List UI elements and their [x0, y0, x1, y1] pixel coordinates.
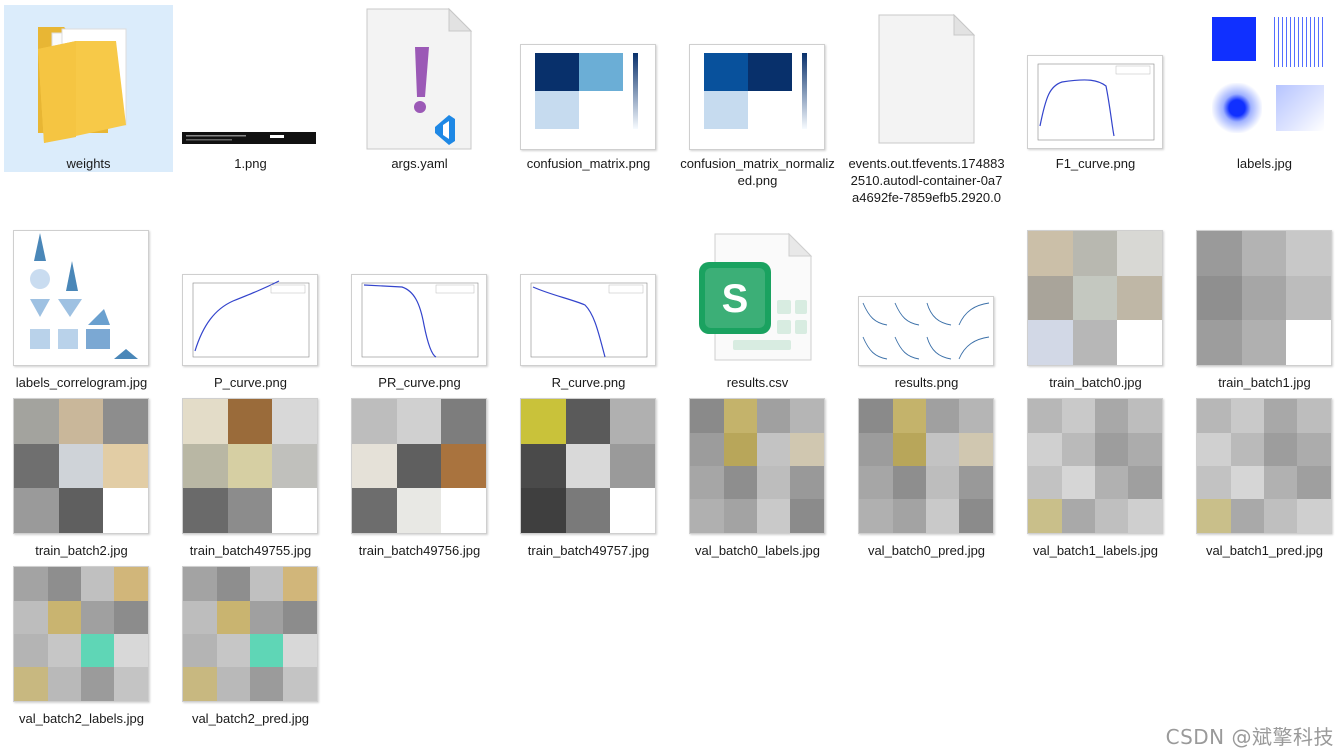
- file-item-train-batch49755[interactable]: train_batch49755.jpg: [166, 392, 335, 559]
- file-item-val-batch0-labels[interactable]: val_batch0_labels.jpg: [673, 392, 842, 559]
- file-name: train_batch2.jpg: [35, 543, 128, 558]
- folder-icon: [4, 5, 173, 153]
- file-name: confusion_matrix_normalized.png: [680, 156, 835, 188]
- curve-chart-thumbnail: [1011, 5, 1180, 153]
- file-item-train-batch0[interactable]: train_batch0.jpg: [1011, 224, 1180, 391]
- file-name: train_batch1.jpg: [1218, 375, 1311, 390]
- file-item-val-batch1-labels[interactable]: val_batch1_labels.jpg: [1011, 392, 1180, 559]
- file-name: val_batch2_labels.jpg: [18, 711, 145, 726]
- file-name: val_batch1_pred.jpg: [1205, 543, 1324, 558]
- file-name: results.csv: [726, 375, 789, 390]
- file-item-labels[interactable]: labels.jpg: [1180, 5, 1340, 172]
- file-item-labels-correlogram[interactable]: labels_correlogram.jpg: [0, 224, 166, 391]
- file-item-results-csv[interactable]: S results.csv: [673, 224, 842, 391]
- image-mosaic-thumbnail: [673, 392, 842, 540]
- file-name: results.png: [894, 375, 959, 390]
- file-grid: weights 1.png args.yaml confusion_matrix…: [0, 0, 1340, 756]
- file-name: train_batch49755.jpg: [189, 543, 312, 558]
- image-mosaic-thumbnail: [335, 392, 504, 540]
- curve-chart-thumbnail: [166, 224, 335, 372]
- svg-text:S: S: [722, 277, 749, 321]
- file-name: F1_curve.png: [1055, 156, 1136, 171]
- file-item-train-batch49756[interactable]: train_batch49756.jpg: [335, 392, 504, 559]
- image-mosaic-thumbnail: [1011, 224, 1180, 372]
- file-name: labels.jpg: [1237, 156, 1292, 171]
- results-grid-thumbnail: [842, 224, 1011, 372]
- curve-chart-thumbnail: [504, 224, 673, 372]
- file-item-weights[interactable]: weights: [4, 5, 173, 172]
- file-name: val_batch2_pred.jpg: [191, 711, 310, 726]
- yaml-file-icon: [335, 5, 504, 153]
- file-name: R_curve.png: [551, 375, 626, 390]
- file-name: labels_correlogram.jpg: [15, 375, 148, 390]
- file-name: 1.png: [234, 156, 267, 171]
- file-name: train_batch49756.jpg: [358, 543, 481, 558]
- image-mosaic-thumbnail: [504, 392, 673, 540]
- file-name: args.yaml: [391, 156, 448, 171]
- file-item-val-batch0-pred[interactable]: val_batch0_pred.jpg: [842, 392, 1011, 559]
- file-item-pr-curve[interactable]: PR_curve.png: [335, 224, 504, 391]
- file-item-val-batch1-pred[interactable]: val_batch1_pred.jpg: [1180, 392, 1340, 559]
- file-item-r-curve[interactable]: R_curve.png: [504, 224, 673, 391]
- file-item-f1-curve[interactable]: F1_curve.png: [1011, 5, 1180, 172]
- file-name: val_batch1_labels.jpg: [1032, 543, 1159, 558]
- image-mosaic-thumbnail: [1180, 224, 1340, 372]
- file-item-train-batch49757[interactable]: train_batch49757.jpg: [504, 392, 673, 559]
- file-name: train_batch0.jpg: [1049, 375, 1142, 390]
- file-name: confusion_matrix.png: [526, 156, 651, 171]
- file-item-p-curve[interactable]: P_curve.png: [166, 224, 335, 391]
- file-name: events.out.tfevents.1748832510.autodl-co…: [848, 156, 1005, 205]
- file-name: PR_curve.png: [378, 375, 461, 390]
- file-name: P_curve.png: [214, 375, 287, 390]
- file-item-confusion-matrix-normalized[interactable]: confusion_matrix_normalized.png: [673, 5, 842, 189]
- curve-chart-thumbnail: [335, 224, 504, 372]
- file-item-val-batch2-pred[interactable]: val_batch2_pred.jpg: [166, 560, 335, 727]
- file-item-confusion-matrix[interactable]: confusion_matrix.png: [504, 5, 673, 172]
- file-item-1-png[interactable]: 1.png: [166, 5, 335, 172]
- image-mosaic-thumbnail: [842, 392, 1011, 540]
- image-mosaic-thumbnail: [1011, 392, 1180, 540]
- file-item-tfevents[interactable]: events.out.tfevents.1748832510.autodl-co…: [842, 5, 1011, 206]
- file-name: val_batch0_pred.jpg: [867, 543, 986, 558]
- confusion-matrix-thumbnail: [504, 5, 673, 153]
- image-mosaic-thumbnail: [1180, 392, 1340, 540]
- confusion-matrix-thumbnail: [673, 5, 842, 153]
- image-mosaic-thumbnail: [166, 560, 335, 708]
- file-item-results-png[interactable]: results.png: [842, 224, 1011, 391]
- terminal-image-thumbnail: [166, 5, 335, 153]
- image-mosaic-thumbnail: [166, 392, 335, 540]
- watermark: CSDN @斌擎科技: [1165, 725, 1334, 749]
- file-item-train-batch2[interactable]: train_batch2.jpg: [0, 392, 166, 559]
- file-item-args-yaml[interactable]: args.yaml: [335, 5, 504, 172]
- file-name: weights: [66, 156, 111, 171]
- file-item-train-batch1[interactable]: train_batch1.jpg: [1180, 224, 1340, 391]
- labels-plot-thumbnail: [1180, 5, 1340, 153]
- image-mosaic-thumbnail: [0, 560, 166, 708]
- image-mosaic-thumbnail: [0, 392, 166, 540]
- spreadsheet-file-icon: S: [673, 224, 842, 372]
- correlogram-thumbnail: [0, 224, 166, 372]
- blank-file-icon: [842, 5, 1011, 153]
- file-name: train_batch49757.jpg: [527, 543, 650, 558]
- file-name: val_batch0_labels.jpg: [694, 543, 821, 558]
- file-item-val-batch2-labels[interactable]: val_batch2_labels.jpg: [0, 560, 166, 727]
